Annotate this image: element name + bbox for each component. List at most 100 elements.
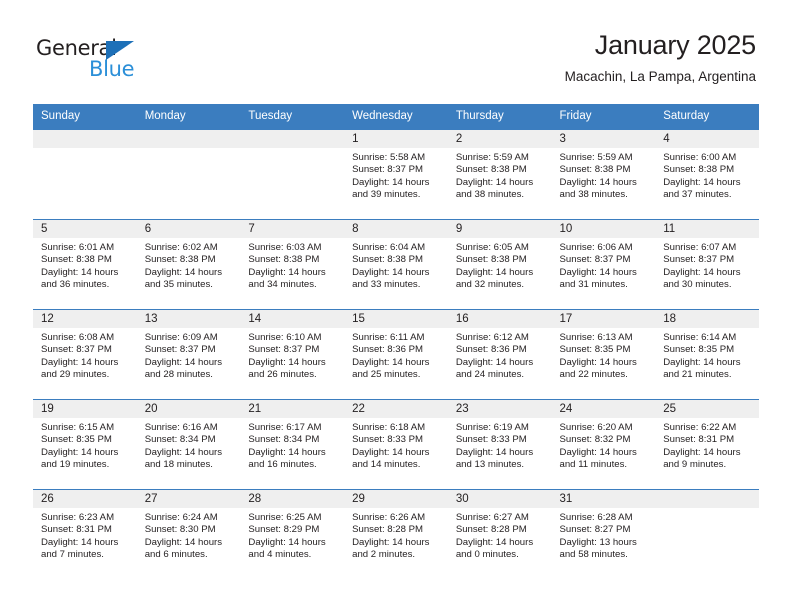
day-sun-info: Sunrise: 6:28 AM Sunset: 8:27 PM Daylight:…: [552, 508, 656, 562]
day-number: [33, 130, 137, 148]
calendar-day-cell[interactable]: 28 Sunrise: 6:25 AM Sunset: 8:29 PM Dayligh…: [240, 489, 345, 580]
sunset-text: Sunset: 8:30 PM: [144, 524, 216, 536]
day-number: 17: [551, 310, 656, 328]
sunset-text: Sunset: 8:37 PM: [352, 164, 424, 176]
calendar-day-cell[interactable]: 31 Sunrise: 6:28 AM Sunset: 8:27 PM Dayligh…: [551, 489, 656, 580]
day-number: 8: [344, 220, 448, 238]
calendar-day-cell[interactable]: 4 Sunrise: 6:00 AM Sunset: 8:38 PM Daylight…: [655, 129, 759, 220]
calendar-table: Sunday Monday Tuesday Wednesday Thursday…: [33, 104, 759, 580]
day-number: 30: [447, 490, 552, 508]
calendar-day-cell[interactable]: 10 Sunrise: 6:06 AM Sunset: 8:37 PM Dayligh…: [551, 219, 656, 310]
calendar-day-cell[interactable]: 19 Sunrise: 6:15 AM Sunset: 8:35 PM Dayligh…: [33, 399, 137, 490]
day-number: 12: [33, 310, 137, 328]
day-sun-info: Sunrise: 5:58 AM Sunset: 8:37 PM Daylight:…: [344, 148, 448, 202]
calendar-day-cell[interactable]: 24 Sunrise: 6:20 AM Sunset: 8:32 PM Dayligh…: [551, 399, 656, 490]
sunrise-text: Sunrise: 6:24 AM: [144, 512, 218, 523]
day-sun-info: Sunrise: 5:59 AM Sunset: 8:38 PM Daylight:…: [448, 148, 552, 202]
day-number: 25: [655, 400, 759, 418]
sunrise-text: Sunrise: 6:25 AM: [248, 512, 322, 523]
sunrise-text: Sunrise: 6:26 AM: [352, 512, 426, 523]
sunrise-text: Sunrise: 6:05 AM: [455, 242, 529, 253]
page-subtitle: Macachin, La Pampa, Argentina: [564, 69, 756, 84]
day-sun-info: Sunrise: 6:05 AM Sunset: 8:38 PM Daylight:…: [448, 238, 552, 292]
day-number: 20: [136, 400, 241, 418]
calendar-day-cell[interactable]: 27 Sunrise: 6:24 AM Sunset: 8:30 PM Dayligh…: [136, 489, 241, 580]
calendar-cell-empty: [136, 129, 241, 220]
calendar-day-cell[interactable]: 23 Sunrise: 6:19 AM Sunset: 8:33 PM Dayligh…: [447, 399, 552, 490]
sunset-text: Sunset: 8:38 PM: [144, 254, 216, 266]
day-number: 28: [240, 490, 345, 508]
calendar-day-cell[interactable]: 15 Sunrise: 6:11 AM Sunset: 8:36 PM Dayligh…: [344, 309, 448, 400]
daylight-text: Daylight: 14 hours and 21 minutes.: [663, 356, 741, 381]
day-sun-info: Sunrise: 6:07 AM Sunset: 8:37 PM Daylight:…: [655, 238, 759, 292]
calendar-day-cell[interactable]: 7 Sunrise: 6:03 AM Sunset: 8:38 PM Daylight…: [240, 219, 345, 310]
day-sun-info: Sunrise: 6:10 AM Sunset: 8:37 PM Daylight:…: [240, 328, 344, 382]
calendar-day-cell[interactable]: 1 Sunrise: 5:58 AM Sunset: 8:37 PM Daylight…: [344, 129, 448, 220]
calendar-week-row: 19 Sunrise: 6:15 AM Sunset: 8:35 PM Dayligh…: [33, 399, 759, 490]
calendar-page: General Blue January 2025 Macachin, La P…: [0, 0, 792, 612]
daylight-text: Daylight: 14 hours and 33 minutes.: [352, 266, 430, 291]
sunset-text: Sunset: 8:29 PM: [248, 524, 320, 536]
calendar-day-cell[interactable]: 18 Sunrise: 6:14 AM Sunset: 8:35 PM Dayligh…: [655, 309, 759, 400]
day-sun-info: Sunrise: 6:23 AM Sunset: 8:31 PM Daylight:…: [33, 508, 137, 562]
calendar-day-cell[interactable]: 25 Sunrise: 6:22 AM Sunset: 8:31 PM Dayligh…: [655, 399, 759, 490]
day-number: 11: [655, 220, 759, 238]
sunrise-text: Sunrise: 6:23 AM: [41, 512, 115, 523]
calendar-day-cell[interactable]: 11 Sunrise: 6:07 AM Sunset: 8:37 PM Dayligh…: [655, 219, 759, 310]
day-sun-info: Sunrise: 6:14 AM Sunset: 8:35 PM Daylight:…: [655, 328, 759, 382]
calendar-week-row: 5 Sunrise: 6:01 AM Sunset: 8:38 PM Daylight…: [33, 219, 759, 310]
sunset-text: Sunset: 8:37 PM: [663, 254, 735, 266]
day-number: 14: [240, 310, 345, 328]
calendar-day-cell[interactable]: 12 Sunrise: 6:08 AM Sunset: 8:37 PM Dayligh…: [33, 309, 137, 400]
calendar-day-cell[interactable]: 17 Sunrise: 6:13 AM Sunset: 8:35 PM Dayligh…: [551, 309, 656, 400]
sunrise-text: Sunrise: 6:01 AM: [41, 242, 115, 253]
day-sun-info: Sunrise: 6:24 AM Sunset: 8:30 PM Daylight:…: [137, 508, 241, 562]
calendar-day-cell[interactable]: 9 Sunrise: 6:05 AM Sunset: 8:38 PM Daylight…: [447, 219, 552, 310]
daylight-text: Daylight: 14 hours and 35 minutes.: [144, 266, 223, 291]
day-number: 23: [447, 400, 552, 418]
day-number: 13: [136, 310, 241, 328]
day-sun-info: Sunrise: 6:17 AM Sunset: 8:34 PM Daylight:…: [240, 418, 344, 472]
day-sun-info: Sunrise: 6:25 AM Sunset: 8:29 PM Daylight:…: [240, 508, 344, 562]
day-number: 29: [344, 490, 448, 508]
sunset-text: Sunset: 8:32 PM: [559, 434, 631, 446]
sunset-text: Sunset: 8:37 PM: [41, 344, 112, 356]
calendar-day-cell[interactable]: 16 Sunrise: 6:12 AM Sunset: 8:36 PM Dayligh…: [447, 309, 552, 400]
calendar-day-cell[interactable]: 13 Sunrise: 6:09 AM Sunset: 8:37 PM Dayligh…: [136, 309, 241, 400]
calendar-day-cell[interactable]: 5 Sunrise: 6:01 AM Sunset: 8:38 PM Daylight…: [33, 219, 137, 310]
day-number: 27: [136, 490, 241, 508]
calendar-day-cell[interactable]: 20 Sunrise: 6:16 AM Sunset: 8:34 PM Dayligh…: [136, 399, 241, 490]
day-sun-info: Sunrise: 6:20 AM Sunset: 8:32 PM Daylight:…: [552, 418, 656, 472]
daylight-text: Daylight: 14 hours and 16 minutes.: [248, 446, 326, 471]
calendar-day-cell[interactable]: 2 Sunrise: 5:59 AM Sunset: 8:38 PM Daylight…: [447, 129, 552, 220]
day-number: 15: [344, 310, 448, 328]
day-sun-info: Sunrise: 6:27 AM Sunset: 8:28 PM Daylight:…: [448, 508, 552, 562]
calendar-day-cell[interactable]: 8 Sunrise: 6:04 AM Sunset: 8:38 PM Daylight…: [344, 219, 448, 310]
daylight-text: Daylight: 14 hours and 24 minutes.: [455, 356, 534, 381]
sunset-text: Sunset: 8:35 PM: [663, 344, 735, 356]
sunrise-text: Sunrise: 6:00 AM: [663, 152, 737, 163]
calendar-day-cell[interactable]: 29 Sunrise: 6:26 AM Sunset: 8:28 PM Dayligh…: [344, 489, 448, 580]
calendar-day-cell[interactable]: 3 Sunrise: 5:59 AM Sunset: 8:38 PM Daylight…: [551, 129, 656, 220]
calendar-day-cell[interactable]: 21 Sunrise: 6:17 AM Sunset: 8:34 PM Dayligh…: [240, 399, 345, 490]
day-sun-info: Sunrise: 6:08 AM Sunset: 8:37 PM Daylight:…: [33, 328, 137, 382]
day-sun-info: Sunrise: 6:26 AM Sunset: 8:28 PM Daylight:…: [344, 508, 448, 562]
daylight-text: Daylight: 14 hours and 22 minutes.: [559, 356, 637, 381]
calendar-day-cell[interactable]: 22 Sunrise: 6:18 AM Sunset: 8:33 PM Dayligh…: [344, 399, 448, 490]
day-sun-info: Sunrise: 6:06 AM Sunset: 8:37 PM Daylight:…: [552, 238, 656, 292]
weekday-header-tuesday: Tuesday: [240, 104, 345, 130]
calendar-day-cell[interactable]: 14 Sunrise: 6:10 AM Sunset: 8:37 PM Dayligh…: [240, 309, 345, 400]
calendar-day-cell[interactable]: 26 Sunrise: 6:23 AM Sunset: 8:31 PM Dayligh…: [33, 489, 137, 580]
sunset-text: Sunset: 8:38 PM: [41, 254, 112, 266]
calendar-day-cell[interactable]: 6 Sunrise: 6:02 AM Sunset: 8:38 PM Daylight…: [136, 219, 241, 310]
sunset-text: Sunset: 8:34 PM: [144, 434, 216, 446]
daylight-text: Daylight: 14 hours and 38 minutes.: [455, 176, 534, 201]
sunrise-text: Sunrise: 6:07 AM: [663, 242, 737, 253]
sunrise-text: Sunrise: 6:09 AM: [144, 332, 218, 343]
calendar-day-cell[interactable]: 30 Sunrise: 6:27 AM Sunset: 8:28 PM Dayligh…: [447, 489, 552, 580]
day-number: 22: [344, 400, 448, 418]
day-sun-info: Sunrise: 6:00 AM Sunset: 8:38 PM Daylight:…: [655, 148, 759, 202]
day-sun-info: Sunrise: 6:22 AM Sunset: 8:31 PM Daylight:…: [655, 418, 759, 472]
daylight-text: Daylight: 14 hours and 7 minutes.: [41, 536, 119, 561]
generalblue-logo: General Blue: [36, 36, 156, 84]
